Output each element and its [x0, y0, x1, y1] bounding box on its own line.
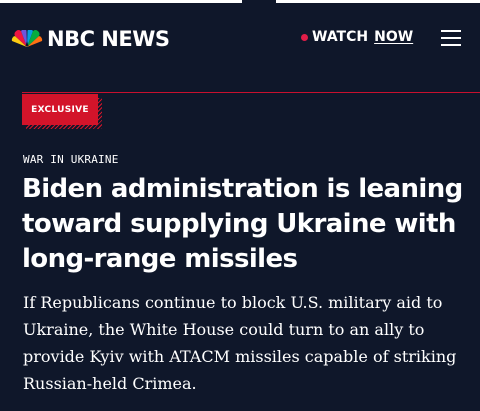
now-label: NOW: [374, 29, 414, 45]
article-kicker[interactable]: WAR IN UKRAINE: [23, 153, 119, 166]
hamburger-menu-icon[interactable]: [441, 28, 463, 46]
live-dot-icon: [301, 33, 308, 41]
site-header: NBC NEWS WATCH NOW: [0, 3, 480, 72]
article-dek: If Republicans continue to block U.S. mi…: [23, 293, 457, 393]
logo-text: NBC NEWS: [47, 27, 170, 51]
watch-now-link[interactable]: WATCH NOW: [301, 29, 413, 45]
section-divider: [22, 92, 480, 93]
watch-label: WATCH: [312, 29, 369, 45]
nbc-news-logo[interactable]: NBC NEWS: [11, 28, 170, 50]
exclusive-badge: EXCLUSIVE: [22, 94, 102, 129]
article-headline: Biden administration is leaning toward s…: [22, 174, 463, 274]
nbc-peacock-icon: [11, 30, 43, 47]
badge-label: EXCLUSIVE: [22, 94, 98, 125]
